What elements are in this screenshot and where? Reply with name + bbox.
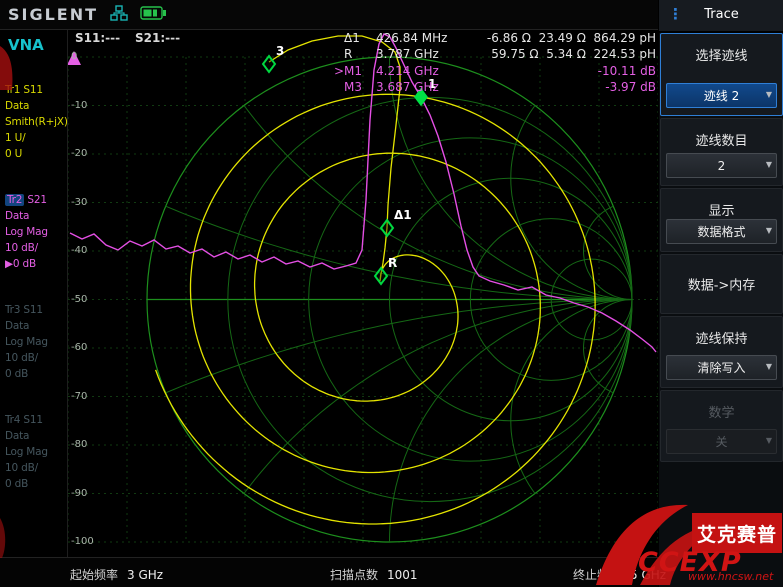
menu-item-dropdown[interactable]: 数据格式▼ (666, 219, 777, 244)
menu-item-6: 数学关▼ (660, 390, 783, 462)
chevron-down-icon: ▼ (766, 362, 772, 371)
marker-Δ1[interactable]: Δ1 (381, 208, 412, 236)
menu-item-dropdown[interactable]: 迹线 2▼ (666, 83, 777, 108)
svg-text:3: 3 (276, 44, 284, 58)
menu-item-label: 迹线数目 (661, 130, 782, 149)
status-bar: 起始频率3 GHz 扫描点数1001 终止频率5 GHz (0, 557, 658, 587)
trace-item-tr4[interactable]: Tr4 S11DataLog Mag10 dB/0 dB (5, 412, 48, 492)
trace-item-tr2[interactable]: Tr2 S21DataLog Mag10 dB/▶0 dB (5, 192, 48, 272)
menu-item-1: 选择迹线迹线 2▼ (660, 33, 783, 116)
trace-tr1-curve (156, 36, 595, 524)
menu-item-dropdown[interactable]: 关▼ (666, 429, 777, 454)
menu-item-label: 显示 (661, 200, 782, 219)
trace-item-tr3[interactable]: Tr3 S11DataLog Mag10 dB/0 dB (5, 302, 48, 382)
smith-grid (147, 57, 632, 542)
trace-sidebar: VNA Tr1 S11DataSmith(R+jX)1 U/0 UTr2 S21… (0, 30, 68, 557)
menu-item-label: 选择迹线 (661, 45, 782, 64)
menu-item-label: 数据->内存 (661, 275, 782, 294)
plot-area: 13Δ1R S11:--- S21:--- Δ1426.84 MHz-6.86 … (68, 30, 658, 557)
svg-text:1: 1 (428, 77, 436, 91)
battery-icon (140, 5, 167, 24)
marker-3[interactable]: 3 (263, 44, 284, 72)
svg-text:R: R (388, 256, 397, 270)
trace-item-tr1[interactable]: Tr1 S11DataSmith(R+jX)1 U/0 U (5, 82, 68, 162)
status-s11: S11:--- (75, 31, 120, 45)
lan-icon (110, 5, 128, 25)
status-s21: S21:--- (135, 31, 180, 45)
siglent-logo: SIGLENT (8, 5, 98, 24)
tr2-ref-indicator (68, 51, 81, 65)
chevron-down-icon: ▼ (766, 226, 772, 235)
chevron-down-icon: ▼ (766, 160, 772, 169)
menu-item-dropdown[interactable]: 2▼ (666, 153, 777, 178)
stop-frequency-field[interactable]: 终止频率5 GHz (573, 566, 666, 583)
start-frequency-field[interactable]: 起始频率3 GHz (70, 566, 163, 583)
menu-item-2: 迹线数目 2▼ (660, 118, 783, 186)
menu-item-dropdown[interactable]: 清除写入▼ (666, 355, 777, 380)
menu-item-4[interactable]: 数据->内存 (660, 254, 783, 314)
trace-menu-panel: ⋮ Trace 选择迹线迹线 2▼迹线数目2▼显示数据格式▼数据->内存迹线保持… (658, 0, 783, 587)
sweep-points-field[interactable]: 扫描点数1001 (330, 566, 418, 583)
trace-list: Tr1 S11DataSmith(R+jX)1 U/0 U Tr2 S21Data… (0, 30, 68, 557)
menu-item-3: 显示数据格式▼ (660, 188, 783, 252)
svg-text:Δ1: Δ1 (394, 208, 412, 222)
menu-header: ⋮ Trace (659, 0, 783, 33)
title-bar: SIGLENT (0, 0, 658, 30)
menu-item-label: 数学 (661, 402, 782, 421)
vna-screen: SIGLENT VNA Tr1 S11DataSmith(R+jX)1 U/0 … (0, 0, 783, 587)
marker-R[interactable]: R (375, 256, 397, 284)
chevron-down-icon: ▼ (766, 90, 772, 99)
chevron-down-icon: ▼ (766, 436, 772, 445)
menu-title: Trace (659, 7, 783, 22)
menu-item-label: 迹线保持 (661, 328, 782, 347)
menu-item-5: 迹线保持清除写入▼ (660, 316, 783, 388)
smith-chart-plot: 1 3 Δ1 R (68, 30, 658, 557)
